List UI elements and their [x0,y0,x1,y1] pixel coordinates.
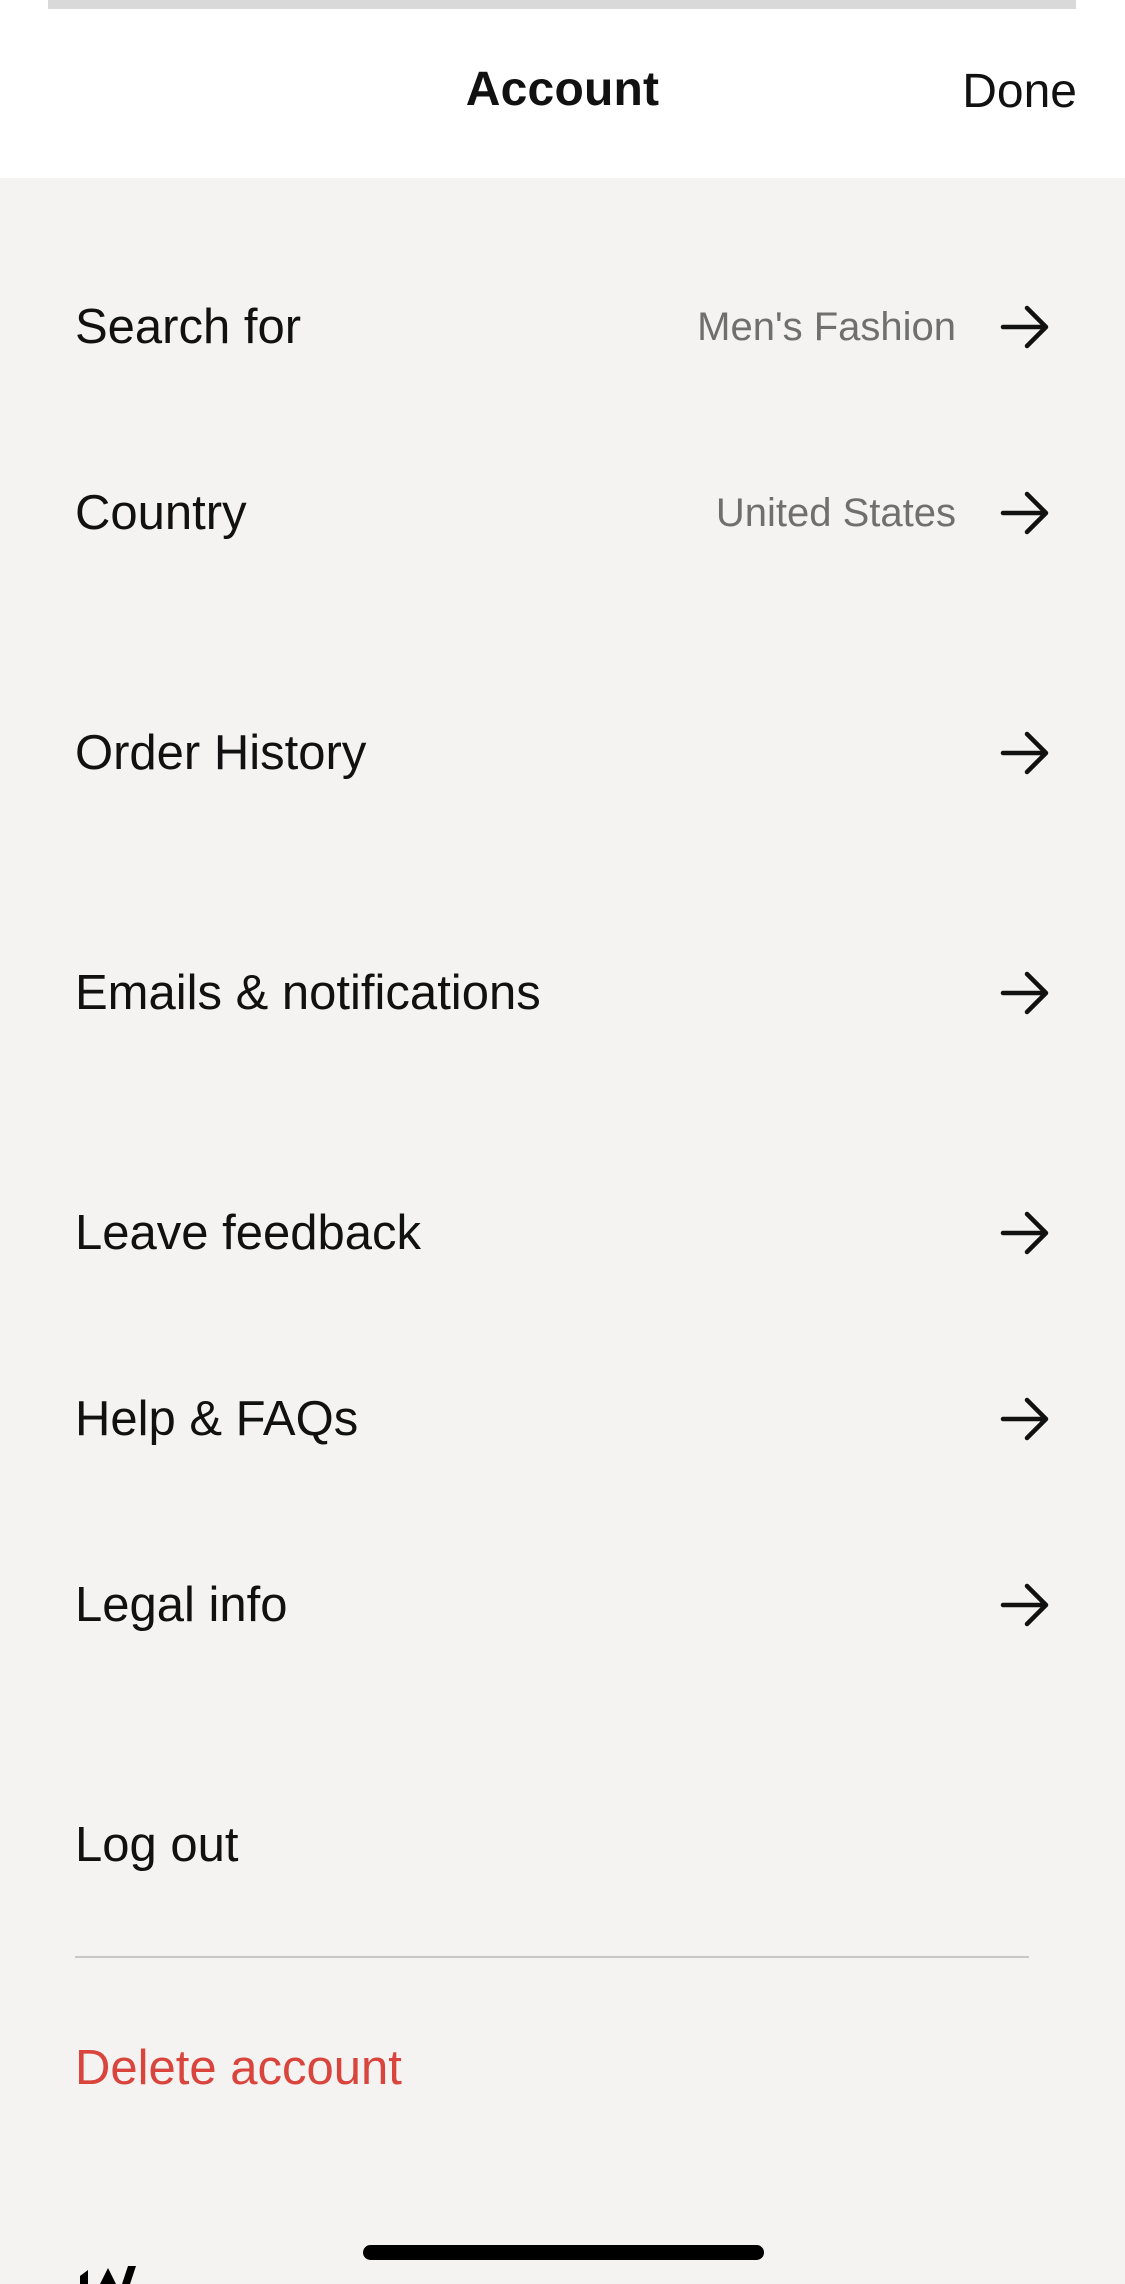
arrow-right-icon [1000,305,1049,349]
menu-item-order-history[interactable]: Order History [75,703,1050,803]
header-bar: Account Done [0,0,1125,178]
menu-item-search-for[interactable]: Search for Men's Fashion [75,277,1050,377]
arrow-right-icon [1000,1211,1049,1255]
log-out-label: Log out [75,1818,239,1872]
page-title: Account [465,63,660,116]
menu-item-leave-feedback[interactable]: Leave feedback [75,1183,1050,1283]
menu-item-label: Order History [75,726,367,780]
country-value: United States [715,490,956,535]
menu-item-label: Country [75,486,247,540]
arrow-right-icon [1000,731,1049,775]
menu-item-label: Emails & notifications [75,966,541,1020]
brand-logo-icon [80,2266,136,2284]
arrow-right-icon [1000,1583,1049,1627]
sheet-top-edge [48,0,1076,9]
menu-item-help-faqs[interactable]: Help & FAQs [75,1369,1050,1469]
delete-account-label: Delete account [75,2041,402,2095]
menu-item-label: Search for [75,300,302,354]
arrow-right-icon [1000,1397,1049,1441]
delete-account-button[interactable]: Delete account [75,2018,1050,2118]
menu-item-country[interactable]: Country United States [75,463,1050,563]
menu-item-emails-notifications[interactable]: Emails & notifications [75,943,1050,1043]
menu-item-legal-info[interactable]: Legal info [75,1555,1050,1655]
divider [75,1956,1029,1958]
arrow-right-icon [1000,491,1049,535]
arrow-right-icon [1000,971,1049,1015]
menu-item-label: Legal info [75,1578,288,1632]
log-out-button[interactable]: Log out [75,1795,1050,1895]
done-button[interactable]: Done [962,64,1077,119]
menu-item-label: Help & FAQs [75,1392,359,1446]
menu-item-label: Leave feedback [75,1206,421,1260]
home-indicator[interactable] [363,2245,764,2260]
search-for-value: Men's Fashion [697,304,956,349]
